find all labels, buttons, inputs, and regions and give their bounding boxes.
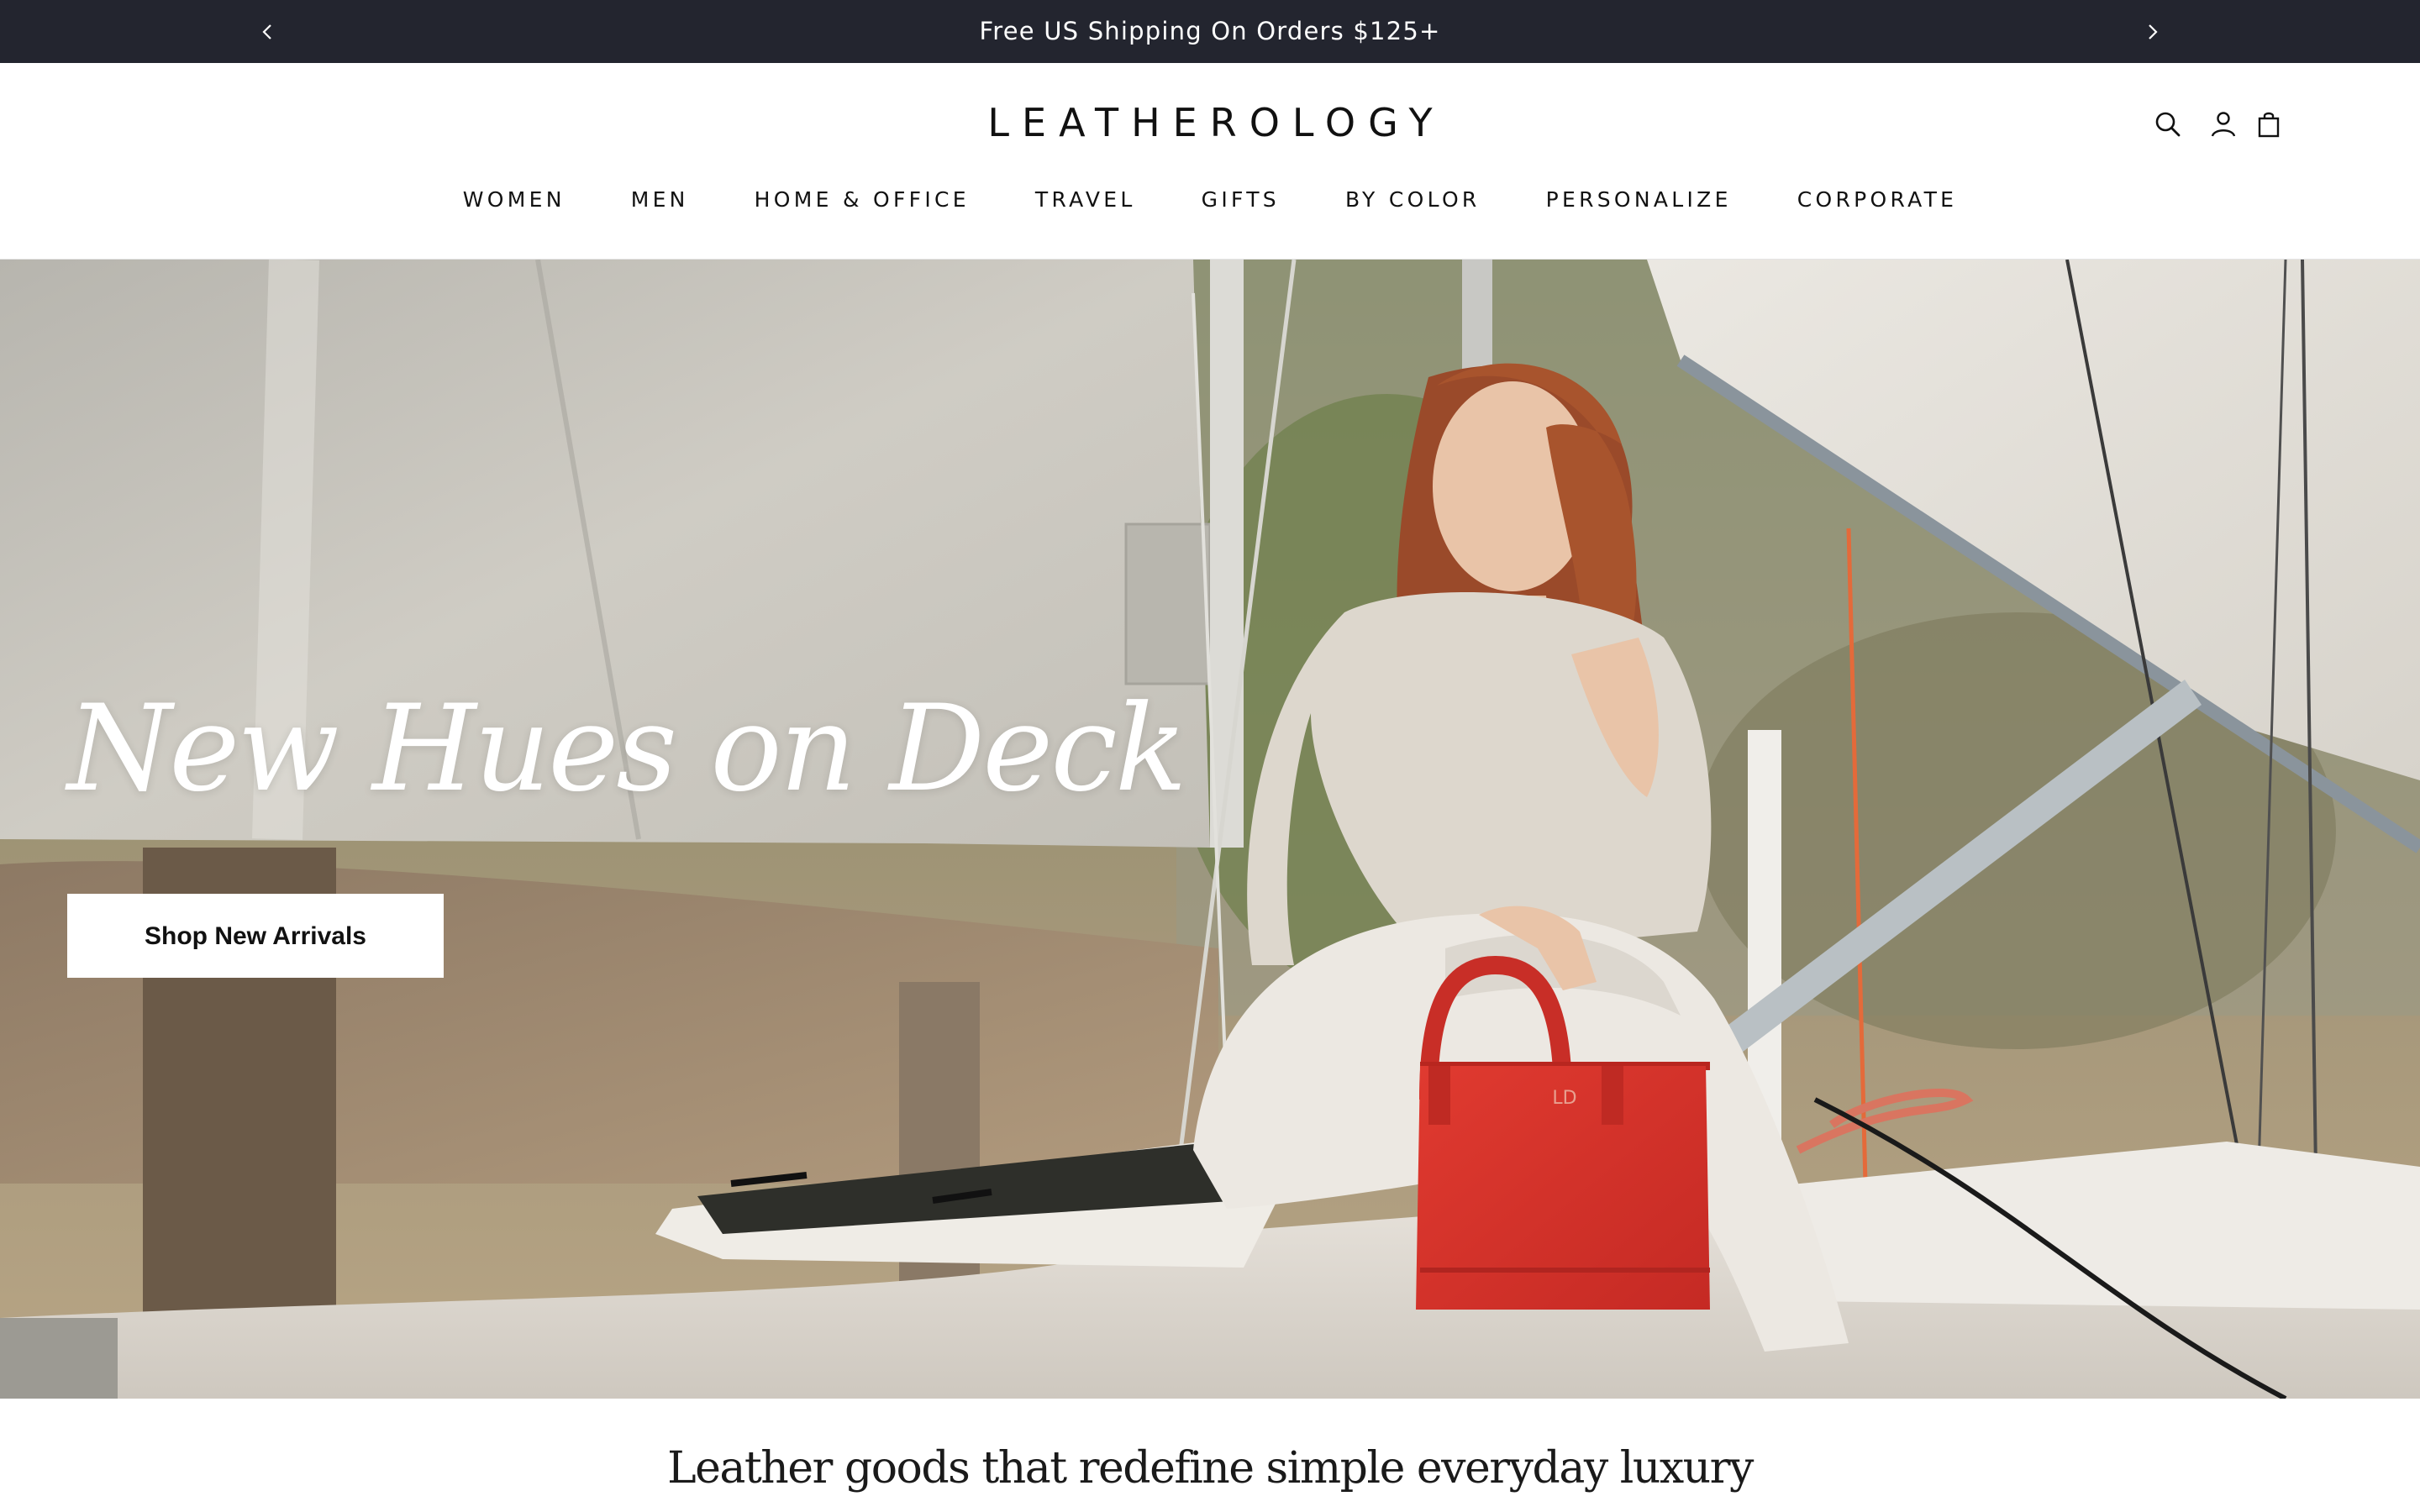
site-header: LEATHEROLOGY WOMEN MEN HOME & OFFICE TRAVEL… — [0, 63, 2420, 260]
nav-item-corporate[interactable]: CORPORATE — [1797, 187, 1958, 212]
announcement-bar: Free US Shipping On Orders $125+ — [0, 0, 2420, 63]
main-navigation: WOMEN MEN HOME & OFFICE TRAVEL GIFTS BY COLOR… — [0, 187, 2420, 212]
nav-item-men[interactable]: MEN — [631, 187, 689, 212]
chevron-right-icon[interactable] — [2139, 18, 2166, 45]
cart-icon[interactable] — [2252, 108, 2286, 141]
nav-item-personalize[interactable]: PERSONALIZE — [1546, 187, 1732, 212]
search-icon[interactable] — [2151, 108, 2185, 141]
account-icon[interactable] — [2207, 108, 2240, 141]
hero-title: New Hues on Deck — [67, 680, 1187, 818]
nav-item-women[interactable]: WOMEN — [463, 187, 566, 212]
nav-item-travel[interactable]: TRAVEL — [1035, 187, 1136, 212]
shop-new-arrivals-button[interactable]: Shop New Arrivals — [67, 894, 444, 978]
header-icons — [2151, 108, 2286, 144]
hero-banner[interactable]: LD New Hues on Deck Shop New Arrivals — [0, 260, 2420, 1399]
announcement-text[interactable]: Free US Shipping On Orders $125+ — [0, 0, 2420, 63]
nav-item-gifts[interactable]: GIFTS — [1202, 187, 1280, 212]
nav-item-by-color[interactable]: BY COLOR — [1345, 187, 1481, 212]
bag-monogram: LD — [1552, 1088, 1576, 1109]
brand-logo[interactable]: LEATHEROLOGY — [0, 100, 2420, 145]
tagline: Leather goods that redefine simple every… — [667, 1443, 1754, 1494]
nav-item-home-office[interactable]: HOME & OFFICE — [755, 187, 970, 212]
hero-image: LD — [0, 260, 2420, 1399]
